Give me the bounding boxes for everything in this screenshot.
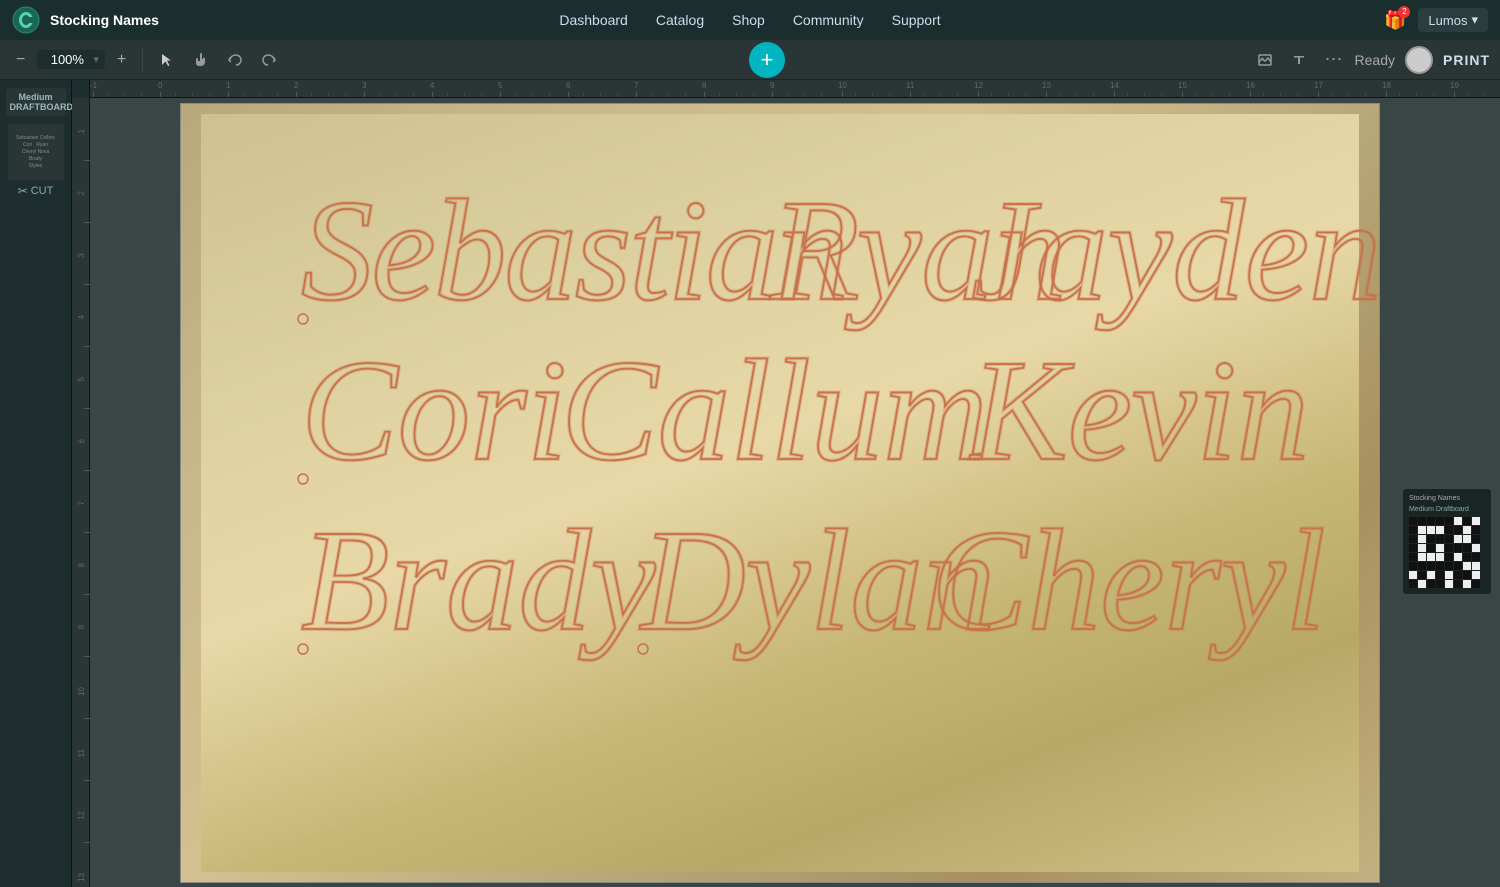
thumbnail-preview: Sebastian CollinsCori RyanCheryl NovaBra… xyxy=(16,135,55,170)
zoom-input[interactable] xyxy=(43,52,91,67)
zoom-control: ▾ xyxy=(37,50,105,69)
print-button[interactable]: PRINT xyxy=(1443,52,1490,68)
svg-text:Jayden: Jayden xyxy=(971,171,1382,331)
preview-mat: Medium Draftboard xyxy=(1409,506,1485,513)
image-tool-button[interactable] xyxy=(1251,48,1279,72)
zoom-out-button[interactable]: − xyxy=(10,47,31,73)
svg-text:Cheryl: Cheryl xyxy=(931,501,1326,661)
material-label-draftboard: DRAFTBOARD xyxy=(10,102,62,112)
cutting-mat: .name-text { font-family: 'Brush Script … xyxy=(180,103,1380,883)
main-area: Medium DRAFTBOARD Sebastian CollinsCori … xyxy=(0,80,1500,887)
cursor-tool-button[interactable] xyxy=(153,48,181,72)
zoom-in-button[interactable]: + xyxy=(111,47,132,73)
user-label: Lumos xyxy=(1428,13,1467,28)
add-element-button[interactable]: + xyxy=(749,42,785,78)
svg-text:Callum: Callum xyxy=(561,331,988,491)
nav-shop[interactable]: Shop xyxy=(732,12,765,28)
material-info: Medium DRAFTBOARD xyxy=(6,88,66,116)
ruler-vertical: 12345678910111213 xyxy=(72,98,90,887)
material-label-medium: Medium xyxy=(10,92,62,102)
canvas-area: -101234567891011121314151617181920 12345… xyxy=(72,80,1500,887)
names-design[interactable]: .name-text { font-family: 'Brush Script … xyxy=(281,119,1461,769)
ready-label: Ready xyxy=(1355,52,1395,68)
preview-title: Stocking Names xyxy=(1409,495,1485,502)
svg-text:Brady: Brady xyxy=(301,501,656,661)
undo-button[interactable] xyxy=(221,48,249,72)
gift-icon[interactable]: 🎁 2 xyxy=(1384,10,1406,31)
text-tool-button[interactable] xyxy=(1285,48,1313,72)
app-logo xyxy=(12,6,40,34)
nav-catalog[interactable]: Catalog xyxy=(656,12,704,28)
left-panel: Medium DRAFTBOARD Sebastian CollinsCori … xyxy=(0,80,72,887)
top-navigation: Stocking Names Dashboard Catalog Shop Co… xyxy=(0,0,1500,40)
preview-panel: Stocking Names Medium Draftboard xyxy=(1402,488,1492,595)
nav-community[interactable]: Community xyxy=(793,12,864,28)
gift-badge: 2 xyxy=(1398,6,1410,18)
app-title: Stocking Names xyxy=(50,12,159,28)
nav-right: 🎁 2 Lumos ▾ xyxy=(1384,8,1488,32)
zoom-dropdown-icon[interactable]: ▾ xyxy=(93,53,99,66)
cut-label[interactable]: CUT xyxy=(18,184,54,198)
chevron-down-icon: ▾ xyxy=(1471,12,1478,28)
toolbar-right: Ready PRINT xyxy=(1355,46,1490,74)
redo-button[interactable] xyxy=(255,48,283,72)
ready-indicator xyxy=(1405,46,1433,74)
pan-tool-button[interactable] xyxy=(187,48,215,72)
svg-text:Kevin: Kevin xyxy=(969,331,1309,491)
nav-dashboard[interactable]: Dashboard xyxy=(559,12,628,28)
svg-text:Cori: Cori xyxy=(301,331,567,491)
design-thumbnail[interactable]: Sebastian CollinsCori RyanCheryl NovaBra… xyxy=(8,124,64,180)
toolbar-separator-1 xyxy=(142,48,143,72)
add-button-container: + xyxy=(289,42,1244,78)
more-options-button[interactable]: ⋯ xyxy=(1319,45,1349,74)
svg-text:Sebastian: Sebastian xyxy=(301,171,847,331)
ruler-horizontal: -101234567891011121314151617181920 xyxy=(90,80,1500,97)
ruler-corner xyxy=(72,80,90,98)
toolbar: − ▾ + + xyxy=(0,40,1500,80)
qr-code xyxy=(1409,517,1485,588)
canvas[interactable]: .name-text { font-family: 'Brush Script … xyxy=(90,98,1500,887)
nav-support[interactable]: Support xyxy=(892,12,941,28)
ruler-top: -101234567891011121314151617181920 xyxy=(72,80,1500,98)
user-menu-button[interactable]: Lumos ▾ xyxy=(1418,8,1488,32)
main-nav: Dashboard Catalog Shop Community Support xyxy=(559,12,940,28)
